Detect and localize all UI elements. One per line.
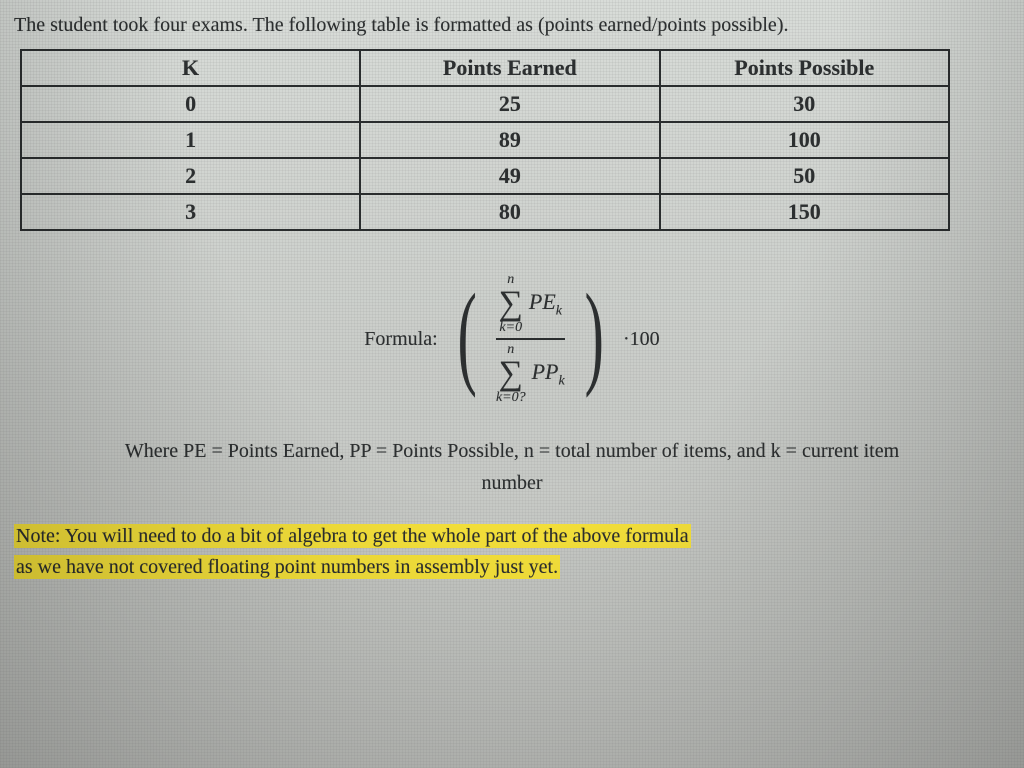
cell-pe: 89 [360,122,659,158]
note-line2: as we have not covered floating point nu… [14,555,560,579]
table-header-row: K Points Earned Points Possible [21,50,949,86]
cell-k: 0 [21,86,360,122]
exam-table: K Points Earned Points Possible 0 25 3 0 … [20,49,950,231]
cell-pp: 150 [660,194,949,230]
cell-pe: 80 [360,194,659,230]
col-pp-header: Points Possible [660,50,949,86]
cell-pp: 100 [660,122,949,158]
cell-k: 2 [21,158,360,194]
fraction-bar [496,338,565,340]
table-row: 0 25 30 [21,86,949,122]
highlighted-note: Note: You will need to do a bit of algeb… [14,521,1010,583]
table-row: 3 80 150 [21,194,949,230]
fraction: n ∑ k=0 PEk n ∑ k=0? PPk [496,273,565,405]
numerator-term: PEk [529,289,562,319]
formula-label: Formula: [364,328,437,351]
cell-pe: 49 [360,158,659,194]
table-row: 2 49 50 [21,158,949,194]
note-line1: Note: You will need to do a bit of algeb… [14,524,691,548]
cell-pp: 30 [660,86,949,122]
numerator: n ∑ k=0 PEk [499,273,562,335]
legend-line1: Where PE = Points Earned, PP = Points Po… [14,435,1010,467]
formula-block: Formula: ( n ∑ k=0 PEk n ∑ k=0? PPk [14,273,1010,405]
sum-lower: k=0? [496,391,526,405]
right-paren-icon: ) [584,292,603,378]
formula-multiplier: ·100 [623,328,660,351]
problem-prompt: The student took four exams. The followi… [14,14,1010,37]
denominator: n ∑ k=0? PPk [496,343,565,405]
cell-pp: 50 [660,158,949,194]
sigma-icon: ∑ [499,357,523,391]
left-paren-icon: ( [457,292,476,378]
sum-lower: k=0 [499,321,522,335]
col-k-header: K [21,50,360,86]
cell-pe: 25 [360,86,659,122]
col-pe-header: Points Earned [360,50,659,86]
cell-k: 3 [21,194,360,230]
table-row: 1 89 100 [21,122,949,158]
legend-line2: number [14,467,1010,499]
denominator-term: PPk [532,359,565,389]
cell-k: 1 [21,122,360,158]
sigma-icon: ∑ [499,287,523,321]
formula-legend: Where PE = Points Earned, PP = Points Po… [14,435,1010,499]
